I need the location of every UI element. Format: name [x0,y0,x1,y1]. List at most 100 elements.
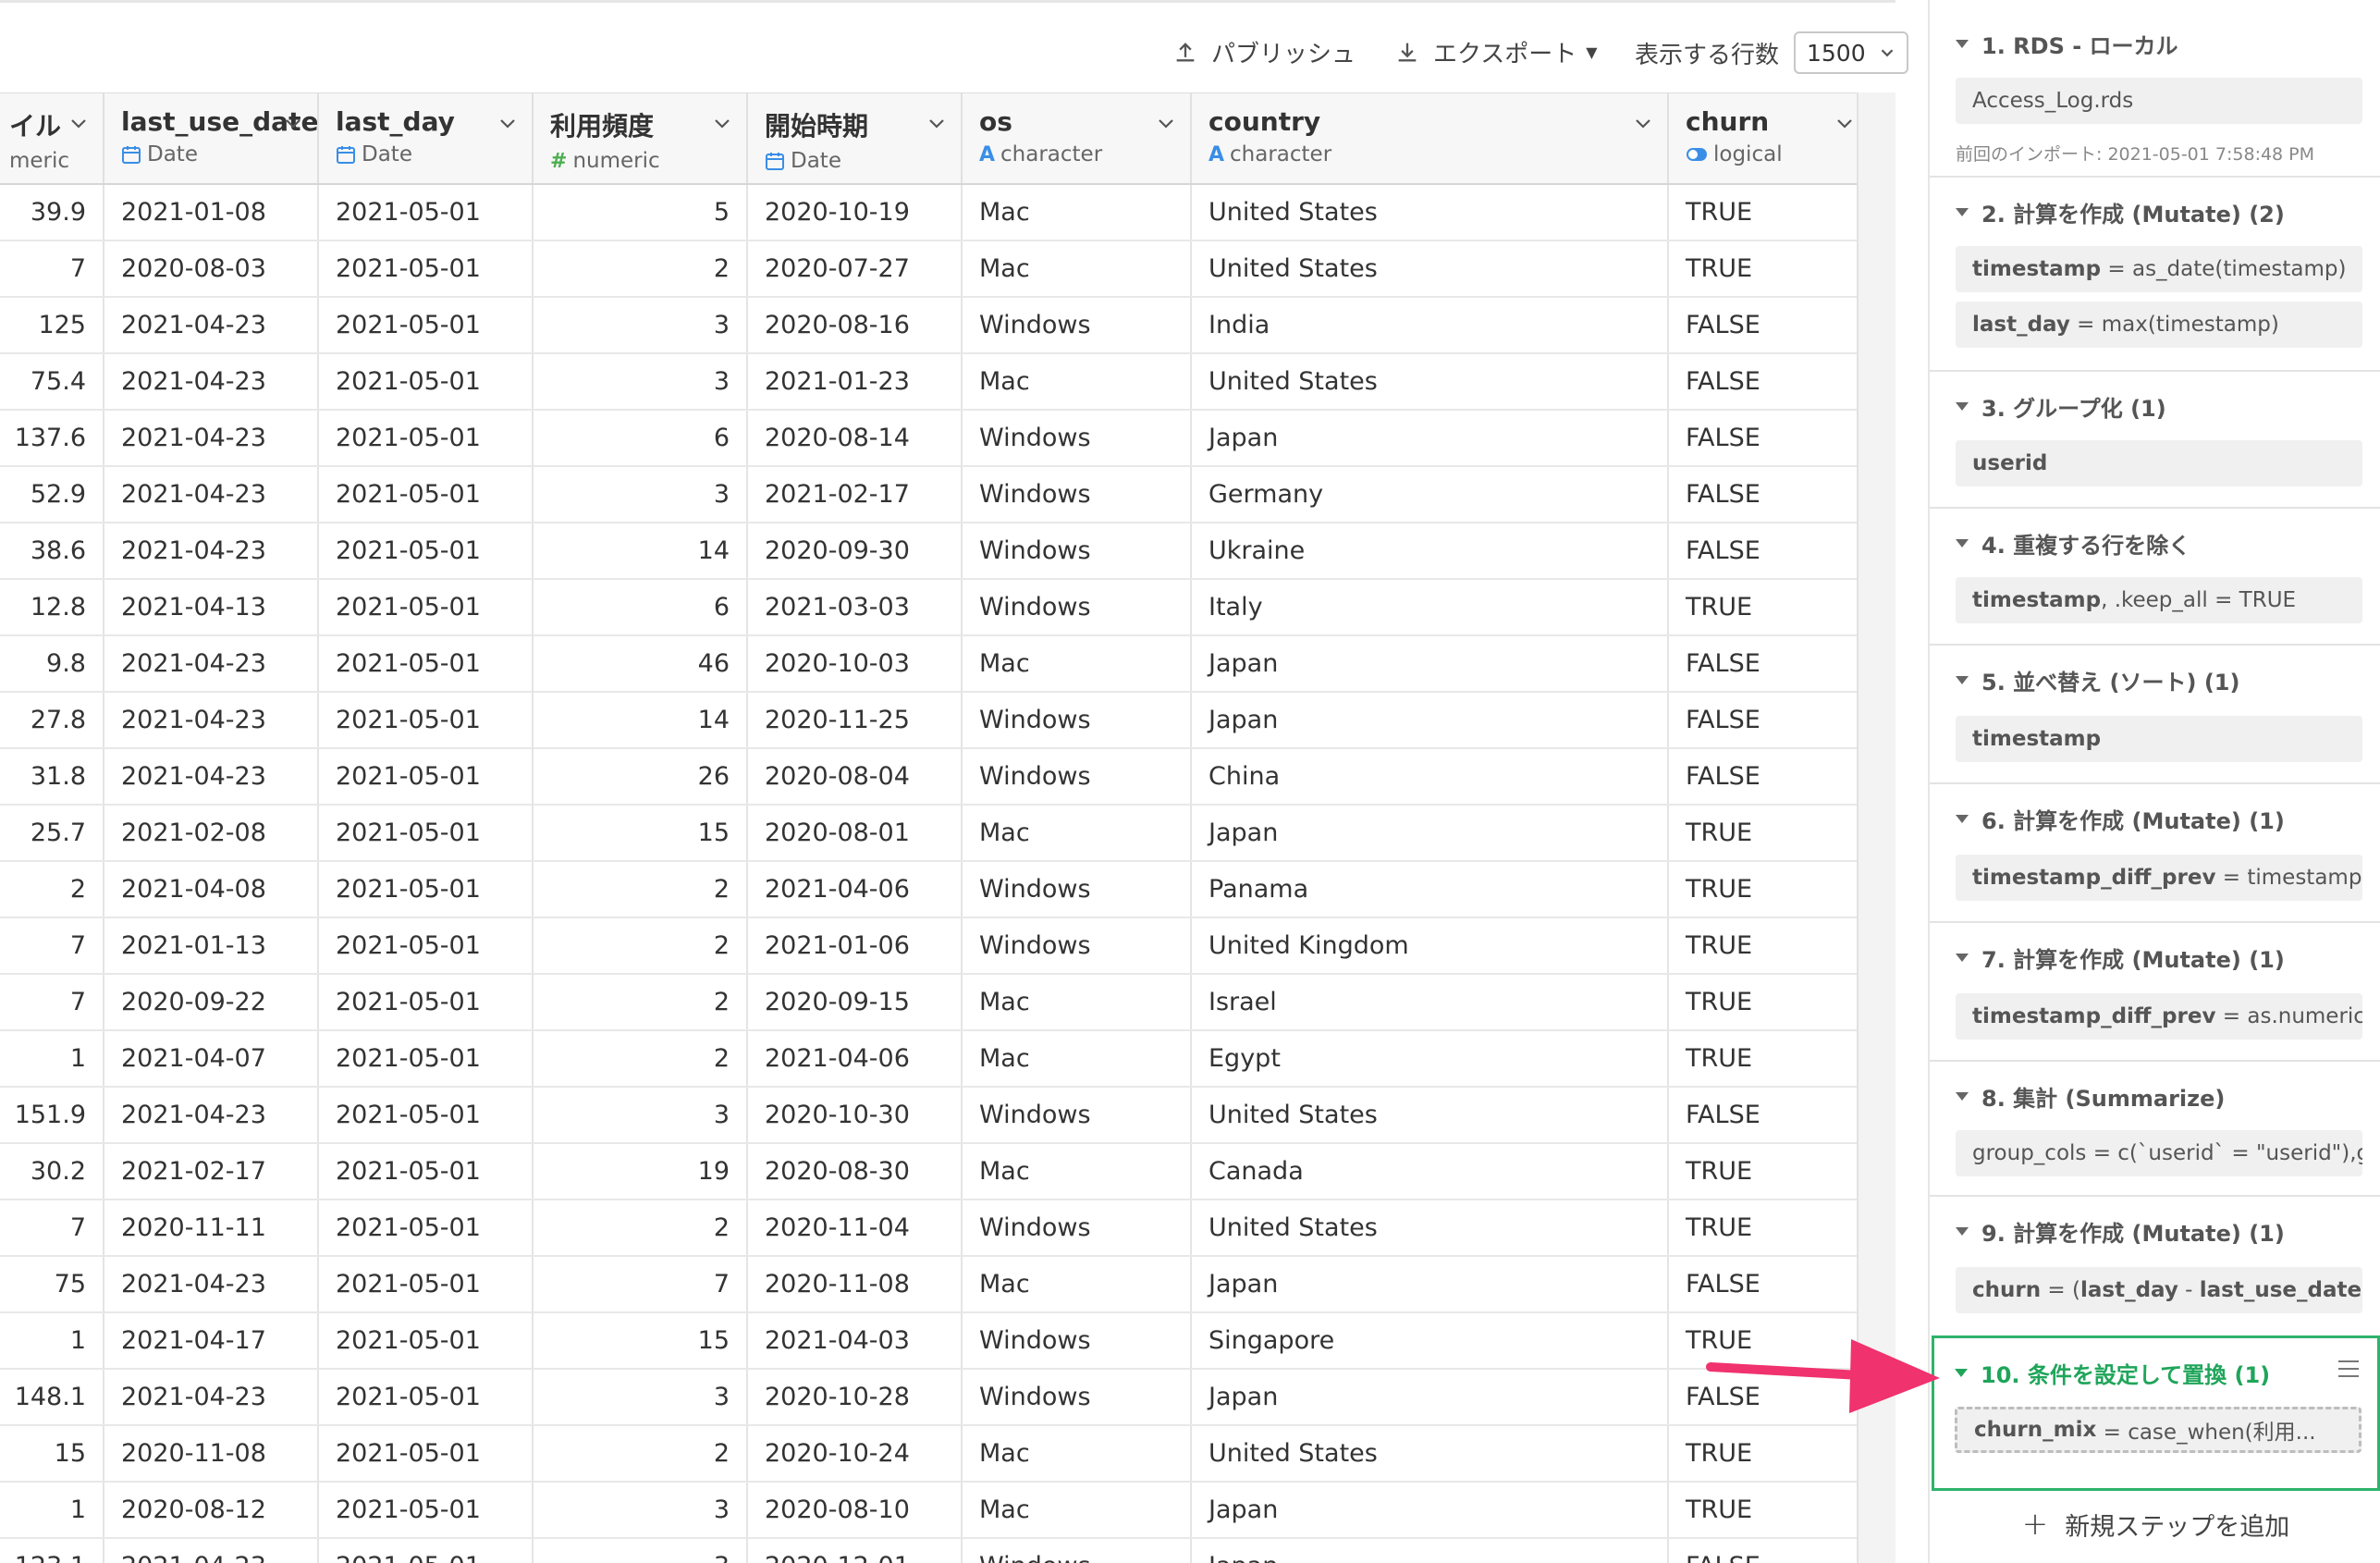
step-chip[interactable]: timestamp = as_date(timestamp) [1956,246,2362,292]
table-cell[interactable]: 2020-10-03 [747,635,963,693]
table-cell[interactable]: 52.9 [0,466,104,523]
table-cell[interactable]: United States [1191,1425,1669,1483]
column-header[interactable]: 利用頻度 # numeric [533,93,748,185]
step-1[interactable]: 1. RDS - ローカル Access_Log.rds 前回のインポート: 2… [1930,0,2380,178]
table-cell[interactable]: Windows [962,523,1192,580]
table-cell[interactable]: Mac [962,1256,1192,1313]
chevron-down-icon[interactable] [497,112,519,134]
table-cell[interactable]: United States [1191,240,1669,298]
table-cell[interactable]: Japan [1191,805,1669,862]
column-header[interactable]: 開始時期 Date [747,93,963,185]
step-4[interactable]: 4. 重複する行を除く timestamp, .keep_all = TRUE [1930,509,2380,646]
table-cell[interactable]: United States [1191,353,1669,411]
table-cell[interactable]: 2 [533,1425,748,1483]
table-cell[interactable]: 2 [533,1030,748,1088]
table-cell[interactable]: 2021-04-23 [104,353,319,411]
table-cell[interactable]: 2021-04-23 [104,1538,319,1563]
table-cell[interactable]: 2021-04-17 [104,1312,319,1370]
table-cell[interactable]: 2021-04-23 [104,297,319,354]
table-cell[interactable]: 2020-10-19 [747,184,963,241]
table-cell[interactable]: Germany [1191,466,1669,523]
table-cell[interactable]: FALSE [1668,523,1859,580]
step-2[interactable]: 2. 計算を作成 (Mutate) (2) timestamp = as_dat… [1930,178,2380,372]
step-chip[interactable]: timestamp_diff_prev = as.numeric(... [1956,993,2362,1040]
table-cell[interactable]: 2021-04-23 [104,1256,319,1313]
table-cell[interactable]: 2020-11-25 [747,692,963,749]
table-cell[interactable]: 2 [0,861,104,918]
step-7[interactable]: 7. 計算を作成 (Mutate) (1) timestamp_diff_pre… [1930,923,2380,1062]
step-chip[interactable]: timestamp, .keep_all = TRUE [1956,577,2362,623]
table-cell[interactable]: Mac [962,353,1192,411]
table-cell[interactable]: 2021-04-07 [104,1030,319,1088]
table-cell[interactable]: Italy [1191,579,1669,636]
table-cell[interactable]: 2021-05-01 [318,974,534,1031]
table-cell[interactable]: 2020-08-14 [747,410,963,467]
table-cell[interactable]: 2021-04-23 [104,1369,319,1426]
table-cell[interactable]: 6 [533,579,748,636]
column-header[interactable]: last_day Date [318,93,534,185]
table-cell[interactable]: Windows [962,579,1192,636]
table-cell[interactable]: 2021-05-01 [318,466,534,523]
table-cell[interactable]: 2021-02-08 [104,805,319,862]
column-header[interactable]: os Acharacter [962,93,1192,185]
table-cell[interactable]: 2021-05-01 [318,917,534,975]
table-cell[interactable]: 7 [533,1256,748,1313]
table-cell[interactable]: Japan [1191,1538,1669,1563]
table-cell[interactable]: Mac [962,805,1192,862]
table-cell[interactable]: 2020-12-01 [747,1538,963,1563]
table-cell[interactable]: 7 [0,1200,104,1257]
table-cell[interactable]: Egypt [1191,1030,1669,1088]
table-cell[interactable]: Windows [962,917,1192,975]
table-cell[interactable]: 2 [533,974,748,1031]
table-cell[interactable]: 6 [533,410,748,467]
table-cell[interactable]: 19 [533,1143,748,1200]
table-cell[interactable]: Japan [1191,410,1669,467]
table-cell[interactable]: TRUE [1668,1030,1859,1088]
table-cell[interactable]: 2020-07-27 [747,240,963,298]
table-cell[interactable]: 7 [0,917,104,975]
table-cell[interactable]: 2021-02-17 [104,1143,319,1200]
table-cell[interactable]: TRUE [1668,579,1859,636]
table-cell[interactable]: 2021-04-23 [104,410,319,467]
table-cell[interactable]: Windows [962,1312,1192,1370]
table-cell[interactable]: FALSE [1668,635,1859,693]
table-cell[interactable]: 2021-04-13 [104,579,319,636]
table-cell[interactable]: 2020-10-28 [747,1369,963,1426]
table-cell[interactable]: Japan [1191,1482,1669,1539]
table-cell[interactable]: 2020-08-16 [747,297,963,354]
column-header[interactable]: イル meric [0,93,104,185]
table-cell[interactable]: Mac [962,1030,1192,1088]
table-cell[interactable]: 2021-05-01 [318,297,534,354]
hamburger-menu-icon[interactable] [2337,1359,2361,1379]
table-cell[interactable]: 3 [533,1087,748,1144]
table-cell[interactable]: Japan [1191,1369,1669,1426]
table-cell[interactable]: 2021-05-01 [318,1143,534,1200]
table-cell[interactable]: Ukraine [1191,523,1669,580]
chevron-down-icon[interactable] [1155,112,1177,134]
table-cell[interactable]: 2020-08-01 [747,805,963,862]
table-cell[interactable]: 2021-05-01 [318,523,534,580]
table-cell[interactable]: United States [1191,1087,1669,1144]
table-cell[interactable]: 2021-04-23 [104,748,319,806]
table-cell[interactable]: 2021-05-01 [318,1425,534,1483]
step-chip[interactable]: churn = (last_day - last_use_date) ... [1956,1267,2362,1313]
step-chip[interactable]: last_day = max(timestamp) [1956,302,2362,348]
table-cell[interactable]: 3 [533,1482,748,1539]
table-cell[interactable]: 2021-04-06 [747,1030,963,1088]
table-cell[interactable]: Singapore [1191,1312,1669,1370]
column-header[interactable]: churn logical [1668,93,1859,185]
table-cell[interactable]: Windows [962,692,1192,749]
table-cell[interactable]: 15 [533,805,748,862]
table-cell[interactable]: Windows [962,1538,1192,1563]
export-button[interactable]: エクスポート ▼ [1394,29,1598,75]
table-cell[interactable]: 2 [533,1200,748,1257]
table-cell[interactable]: 2021-04-23 [104,466,319,523]
table-cell[interactable]: TRUE [1668,240,1859,298]
table-cell[interactable]: Mac [962,240,1192,298]
table-cell[interactable]: 2021-02-17 [747,466,963,523]
step-chip[interactable]: timestamp [1956,716,2362,762]
step-chip[interactable]: churn_mix = case_when(利用... [1955,1407,2362,1453]
table-cell[interactable]: 2021-04-06 [747,861,963,918]
table-cell[interactable]: TRUE [1668,1312,1859,1370]
table-cell[interactable]: 2021-05-01 [318,240,534,298]
